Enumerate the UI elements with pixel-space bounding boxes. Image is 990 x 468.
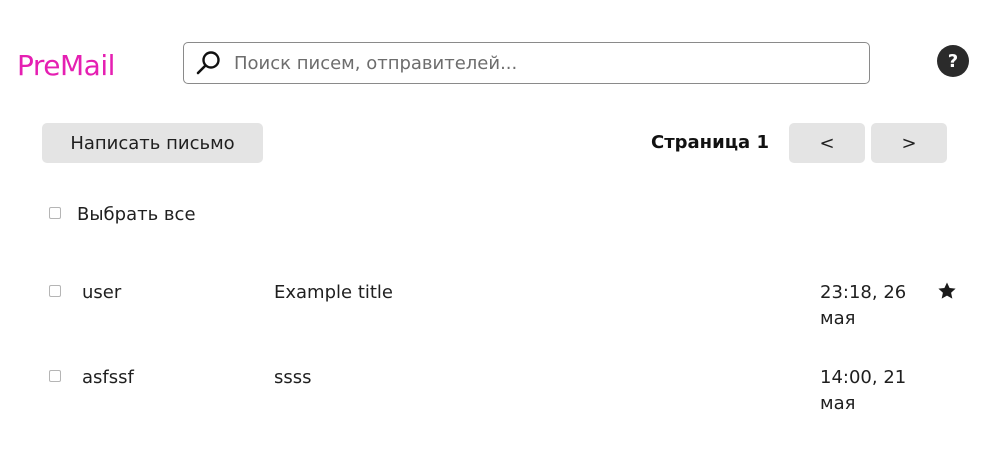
search-bar[interactable] xyxy=(183,42,870,84)
search-icon xyxy=(194,48,224,78)
search-input[interactable] xyxy=(234,52,834,74)
page-indicator: Страница 1 xyxy=(650,132,769,153)
email-row[interactable]: user Example title 23:18, 26 мая xyxy=(0,280,990,340)
select-all-label: Выбрать все xyxy=(77,204,196,225)
email-checkbox[interactable] xyxy=(49,285,61,297)
app-logo[interactable]: PreMail xyxy=(17,48,115,84)
select-all-checkbox[interactable] xyxy=(49,207,61,219)
prev-page-button[interactable]: < xyxy=(789,123,865,163)
email-subject: ssss xyxy=(274,367,312,388)
star-icon[interactable] xyxy=(937,281,957,301)
email-sender: asfssf xyxy=(82,367,134,388)
help-icon: ? xyxy=(947,50,959,72)
email-checkbox[interactable] xyxy=(49,370,61,382)
compose-button[interactable]: Написать письмо xyxy=(42,123,263,163)
email-row[interactable]: asfssf ssss 14:00, 21 мая xyxy=(0,365,990,425)
next-page-button[interactable]: > xyxy=(871,123,947,163)
email-date: 23:18, 26 мая xyxy=(820,282,907,329)
email-sender: user xyxy=(82,282,122,303)
email-subject: Example title xyxy=(274,282,394,303)
email-date: 14:00, 21 мая xyxy=(820,367,907,414)
help-button[interactable]: ? xyxy=(937,45,969,77)
